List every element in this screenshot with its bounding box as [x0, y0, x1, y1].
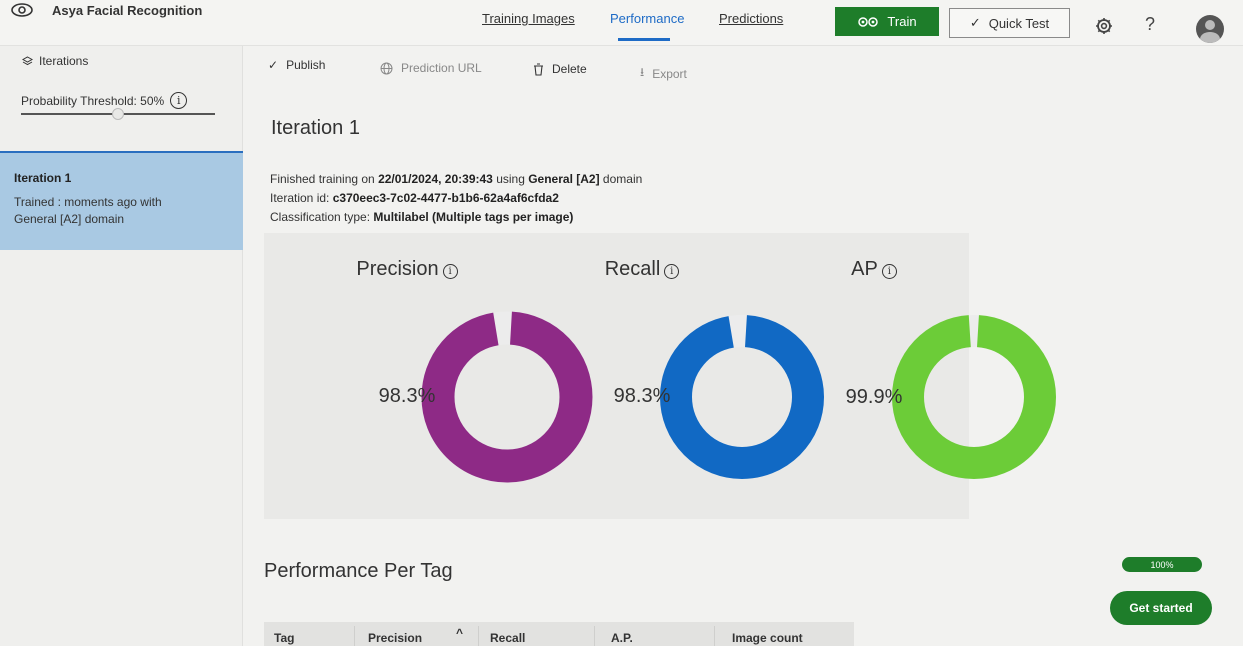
info-icon[interactable]: i — [442, 264, 458, 279]
iteration-card-1[interactable]: Iteration 1 Trained : moments ago with G… — [0, 151, 243, 250]
active-tab-indicator — [618, 38, 670, 41]
trash-icon — [534, 62, 543, 76]
delete-button[interactable]: Delete — [533, 62, 587, 76]
help-button[interactable]: ? — [1145, 14, 1155, 35]
iteration-id: Iteration id: c370eec3-7c02-4477-b1b6-62… — [270, 191, 559, 205]
gear-icon[interactable] — [1094, 16, 1114, 36]
globe-icon — [380, 62, 393, 74]
precision-value: 98.3% — [378, 385, 436, 407]
iterations-label: Iterations — [39, 54, 89, 68]
layers-icon — [22, 55, 33, 65]
precision-title: Precision i — [307, 258, 507, 281]
main-content: ✓ Publish Prediction URL Delete ⭳ Export… — [244, 46, 1243, 646]
quick-test-label: Quick Test — [988, 15, 1050, 31]
classification-type: Classification type: Multilabel (Multipl… — [270, 210, 574, 224]
sort-ascending-icon[interactable]: ^ — [456, 626, 463, 640]
col-tag[interactable]: Tag — [274, 631, 294, 645]
avatar[interactable] — [1196, 15, 1224, 43]
iteration-meta: Finished training on 22/01/2024, 20:39:4… — [270, 170, 642, 227]
slider-thumb[interactable] — [112, 108, 124, 120]
col-precision[interactable]: Precision — [368, 631, 422, 645]
prediction-url-label: Prediction URL — [401, 61, 482, 75]
col-ap[interactable]: A.P. — [611, 631, 633, 645]
info-icon[interactable]: i — [881, 264, 897, 279]
info-icon[interactable]: i — [664, 264, 680, 279]
ap-title: AP i — [774, 258, 974, 281]
download-icon: ⭳ — [640, 65, 645, 79]
tab-predictions[interactable]: Predictions — [719, 11, 783, 26]
prediction-url-button[interactable]: Prediction URL — [380, 61, 482, 75]
info-icon[interactable]: i — [170, 92, 188, 109]
eye-icon — [11, 3, 33, 17]
train-label: Train — [887, 14, 917, 29]
publish-button[interactable]: ✓ Publish — [268, 58, 325, 72]
quick-test-button[interactable]: ✓ Quick Test — [949, 8, 1070, 38]
sidebar: Iterations Probability Threshold: 50% i … — [0, 46, 243, 646]
publish-label: Publish — [286, 58, 326, 72]
probability-threshold: Probability Threshold: 50% i — [21, 92, 188, 109]
checkmark-icon: ✓ — [268, 58, 279, 72]
recall-title: Recall i — [542, 258, 742, 281]
get-started-button[interactable]: Get started — [1110, 591, 1212, 625]
metrics-panel: Precision i 98.3% Recall i 98.3% AP i 99… — [264, 233, 1056, 519]
page-title: Iteration 1 — [271, 117, 360, 139]
app-title: Asya Facial Recognition — [52, 3, 203, 18]
gears-icon — [858, 16, 879, 27]
iteration-name: Iteration 1 — [14, 171, 72, 185]
iteration-desc-line2: General [A2] domain — [14, 212, 125, 226]
train-button[interactable]: Train — [835, 7, 939, 36]
tab-performance[interactable]: Performance — [610, 11, 684, 26]
tag-table-header: Tag Precision ^ Recall A.P. Image count — [264, 622, 854, 646]
top-bar: Asya Facial Recognition Training Images … — [0, 0, 1243, 46]
threshold-label: Probability Threshold: 50% — [21, 93, 165, 108]
col-image-count[interactable]: Image count — [732, 631, 803, 645]
delete-label: Delete — [552, 62, 587, 76]
iteration-desc-line1: Trained : moments ago with — [14, 195, 162, 209]
col-recall[interactable]: Recall — [490, 631, 525, 645]
export-label: Export — [652, 66, 687, 81]
checkmark-icon: ✓ — [969, 15, 981, 30]
recall-value: 98.3% — [613, 385, 671, 407]
iterations-header[interactable]: Iterations — [22, 54, 88, 68]
ap-value: 99.9% — [845, 386, 903, 408]
export-button[interactable]: ⭳ Export — [640, 63, 687, 84]
progress-badge: 100% — [1122, 557, 1202, 572]
training-info: Finished training on 22/01/2024, 20:39:4… — [270, 172, 643, 186]
performance-per-tag-title: Performance Per Tag — [264, 560, 453, 582]
tab-training-images[interactable]: Training Images — [482, 11, 575, 26]
threshold-slider[interactable] — [21, 108, 215, 120]
